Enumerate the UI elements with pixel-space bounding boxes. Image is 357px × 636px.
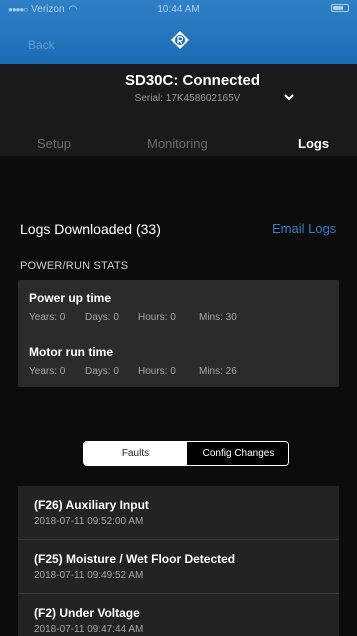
- motor-run-hours: Hours: 0: [138, 366, 176, 377]
- list-item[interactable]: (F2) Under Voltage 2018-07-11 09:47:44 A…: [18, 594, 339, 636]
- fault-title: (F2) Under Voltage: [34, 606, 140, 620]
- fault-timestamp: 2018-07-11 09:49:52 AM: [34, 570, 144, 581]
- power-up-hours: Hours: 0: [138, 312, 176, 323]
- device-serial: Serial: 17K458602165V: [134, 93, 241, 104]
- device-bar[interactable]: SD30C: Connected Serial: 17K458602165V: [0, 64, 357, 116]
- status-bar: ●●●●○ Verizon ◠ 10:44 AM: [0, 0, 357, 20]
- fault-title: (F25) Moisture / Wet Floor Detected: [34, 552, 236, 566]
- segment-config-changes[interactable]: Config Changes: [187, 442, 288, 465]
- list-item[interactable]: (F26) Auxiliary Input 2018-07-11 09:52:0…: [18, 486, 339, 540]
- device-title: SD30C: Connected: [124, 72, 261, 89]
- segment-faults[interactable]: Faults: [84, 442, 187, 465]
- motor-run-years: Years: 0: [29, 366, 66, 377]
- fault-list[interactable]: (F26) Auxiliary Input 2018-07-11 09:52:0…: [18, 486, 339, 636]
- power-up-values: Years: 0 Days: 0 Hours: 0 Mins: 30: [29, 312, 237, 323]
- status-time: 10:44 AM: [157, 4, 200, 15]
- power-up-years: Years: 0: [29, 312, 66, 323]
- brand-logo-icon: [171, 31, 189, 49]
- power-up-title: Power up time: [29, 291, 112, 305]
- power-run-section-label: POWER/RUN STATS: [20, 260, 129, 272]
- power-up-days: Days: 0: [85, 312, 119, 323]
- tab-logs[interactable]: Logs: [298, 136, 329, 151]
- back-button[interactable]: Back: [28, 38, 55, 52]
- motor-run-values: Years: 0 Days: 0 Hours: 0 Mins: 26: [29, 366, 237, 377]
- power-up-mins: Mins: 30: [199, 312, 237, 323]
- list-item[interactable]: (F25) Moisture / Wet Floor Detected 2018…: [18, 540, 339, 594]
- fault-timestamp: 2018-07-11 09:47:44 AM: [34, 624, 144, 635]
- email-logs-button[interactable]: Email Logs: [272, 221, 336, 236]
- status-right: [331, 4, 349, 15]
- logs-title: Logs Downloaded (33): [20, 221, 161, 237]
- motor-run-days: Days: 0: [85, 366, 119, 377]
- tab-monitoring[interactable]: Monitoring: [147, 136, 208, 151]
- motor-run-title: Motor run time: [29, 345, 113, 359]
- tab-bar: Setup Monitoring Logs: [0, 116, 357, 156]
- app-header: ●●●●○ Verizon ◠ 10:44 AM Back: [0, 0, 357, 64]
- chevron-down-icon[interactable]: [283, 92, 295, 102]
- battery-icon: [331, 4, 349, 12]
- fault-timestamp: 2018-07-11 09:52:00 AM: [34, 516, 144, 527]
- tab-setup[interactable]: Setup: [37, 136, 71, 151]
- fault-title: (F26) Auxiliary Input: [34, 498, 149, 512]
- log-type-segmented-control: Faults Config Changes: [83, 441, 289, 466]
- motor-run-mins: Mins: 26: [199, 366, 237, 377]
- power-run-stats-card: Power up time Years: 0 Days: 0 Hours: 0 Min…: [18, 280, 339, 387]
